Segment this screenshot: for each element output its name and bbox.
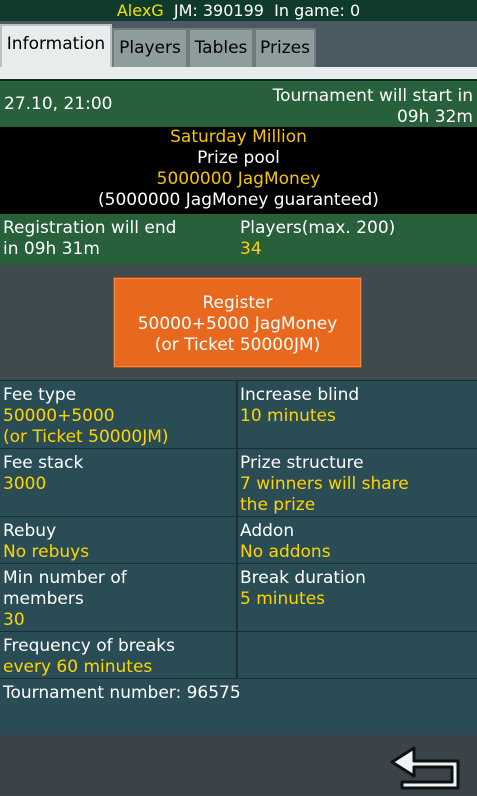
jm-label: JM: [173, 1, 198, 20]
break-duration-value: 5 minutes [240, 589, 326, 609]
in-game-value: 0 [349, 1, 361, 20]
tab-panel-edge [0, 67, 477, 79]
players-label: Players(max. 200) [240, 218, 396, 238]
addon-label: Addon [240, 521, 295, 541]
tab-bar: Information Players Tables Prizes [0, 21, 477, 68]
tournament-date: 27.10, 21:00 [4, 94, 113, 114]
break-frequency: Frequency of breaks every 60 minutes [3, 636, 175, 678]
prize-structure-label: Prize structure [240, 453, 364, 473]
increase-blind: Increase blind 10 minutes [240, 385, 359, 427]
back-arrow-icon [390, 746, 460, 790]
registration-countdown: Registration will end in 09h 31m [3, 218, 176, 260]
register-ticket: (or Ticket 50000JM) [154, 335, 321, 355]
column-divider [236, 449, 238, 516]
register-label: Register [202, 293, 273, 313]
tournament-number-label: Tournament number: [3, 683, 182, 703]
status-bar: AlexG JM: 390199 In game: 0 [0, 0, 477, 21]
tournament-number-value: 96575 [186, 683, 241, 703]
start-countdown: Tournament will start in 09h 32m [273, 86, 473, 128]
increase-blind-label: Increase blind [240, 385, 360, 405]
column-divider [236, 564, 238, 631]
detail-row-rebuy: Rebuy No rebuys Addon No addons [0, 516, 477, 563]
prize-structure-value: 7 winners will share [240, 474, 409, 494]
fee-type-ticket: (or Ticket 50000JM) [3, 427, 169, 447]
jm-value: 390199 [202, 1, 264, 20]
break-frequency-value: every 60 minutes [3, 657, 153, 677]
register-button[interactable]: Register 50000+5000 JagMoney (or Ticket … [113, 277, 362, 368]
addon: Addon No addons [240, 521, 331, 563]
column-divider [236, 381, 238, 448]
addon-value: No addons [240, 542, 331, 562]
tournament-number: Tournament number: 96575 [3, 683, 241, 704]
detail-row-stack: Fee stack 3000 Prize structure 7 winners… [0, 448, 477, 516]
schedule-row: 27.10, 21:00 Tournament will start in 09… [0, 79, 477, 127]
fee-stack-label: Fee stack [3, 453, 84, 473]
min-members-value: 30 [3, 610, 25, 630]
fee-stack: Fee stack 3000 [3, 453, 83, 495]
fee-type: Fee type 50000+5000 (or Ticket 50000JM) [3, 385, 169, 448]
detail-row-fee: Fee type 50000+5000 (or Ticket 50000JM) … [0, 380, 477, 448]
prize-pool-panel: Saturday Million Prize pool 5000000 JagM… [0, 127, 477, 214]
rebuy-value: No rebuys [3, 542, 90, 562]
start-countdown-label: Tournament will start in [272, 86, 473, 106]
prize-pool-label: Prize pool [197, 148, 280, 168]
tab-players[interactable]: Players [112, 28, 188, 68]
min-members-label: Min number of [3, 568, 127, 588]
rebuy-label: Rebuy [3, 521, 57, 541]
detail-row-breaks: Frequency of breaks every 60 minutes [0, 631, 477, 678]
fee-type-value: 50000+5000 [3, 406, 115, 426]
tab-prizes[interactable]: Prizes [254, 28, 316, 68]
fee-type-label: Fee type [3, 385, 77, 405]
tournament-name: Saturday Million [170, 127, 307, 147]
break-duration: Break duration 5 minutes [240, 568, 366, 610]
fee-stack-value: 3000 [3, 474, 47, 494]
in-game-label: In game: [274, 1, 345, 20]
break-frequency-label: Frequency of breaks [3, 636, 176, 656]
start-countdown-value: 09h 32m [396, 107, 473, 127]
players-count: Players(max. 200) 34 [240, 218, 395, 260]
prize-pool-amount: 5000000 JagMoney [156, 169, 321, 189]
prize-structure: Prize structure 7 winners will share the… [240, 453, 409, 516]
rebuy: Rebuy No rebuys [3, 521, 89, 563]
back-button[interactable] [388, 744, 472, 792]
min-members: Min number of members 30 [3, 568, 127, 631]
tab-tables[interactable]: Tables [188, 28, 254, 68]
column-divider [236, 517, 238, 563]
detail-row-number: Tournament number: 96575 [0, 678, 477, 735]
prize-pool-guaranteed: (5000000 JagMoney guaranteed) [98, 190, 379, 210]
registration-row: Registration will end in 09h 31m Players… [0, 214, 477, 265]
detail-row-members: Min number of members 30 Break duration … [0, 563, 477, 631]
tab-information[interactable]: Information [0, 24, 112, 68]
break-duration-label: Break duration [240, 568, 366, 588]
registration-line1: Registration will end [3, 218, 177, 238]
players-value: 34 [240, 239, 262, 259]
registration-line2: in 09h 31m [3, 239, 100, 259]
username: AlexG [116, 1, 164, 20]
column-divider [236, 632, 238, 678]
min-members-label2: members [3, 589, 84, 609]
prize-structure-value2: the prize [240, 495, 316, 515]
increase-blind-value: 10 minutes [240, 406, 336, 426]
register-fee: 50000+5000 JagMoney [137, 314, 338, 334]
